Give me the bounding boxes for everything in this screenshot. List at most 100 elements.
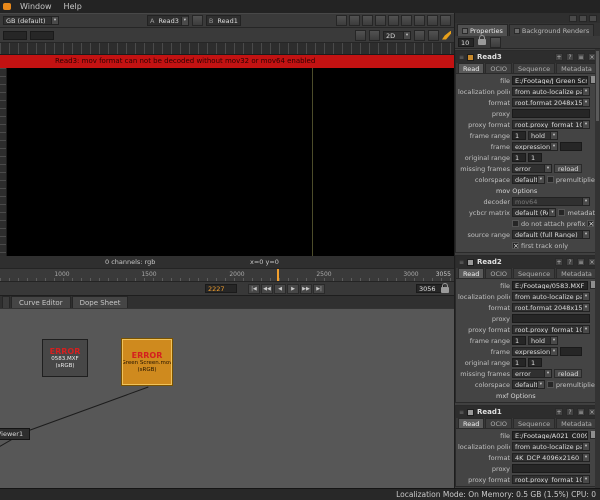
panel-menu-icon[interactable]: ≡ bbox=[577, 408, 585, 416]
panel-tab-metadata[interactable]: Metadata bbox=[556, 268, 597, 278]
scrollbar-thumb[interactable] bbox=[596, 51, 599, 121]
panel-titlebar[interactable]: ≡ Read2 +? ≡ × bbox=[456, 256, 599, 268]
range-lock-icon[interactable] bbox=[441, 283, 449, 293]
dropdown[interactable]: from auto-localize path▾ bbox=[512, 87, 590, 96]
transport-button-4[interactable]: ▶▶ bbox=[300, 284, 312, 294]
node-color-swatch[interactable] bbox=[467, 53, 475, 61]
dropdown[interactable]: default (full Range) ▾ bbox=[512, 230, 590, 239]
text-input[interactable]: 1 bbox=[512, 153, 526, 162]
dropdown[interactable]: from auto-localize path▾ bbox=[512, 292, 590, 301]
panel-tab-ocio[interactable]: OCIO bbox=[485, 268, 513, 278]
checkbox[interactable]: × bbox=[587, 220, 595, 228]
dropdown[interactable]: root.proxy_format 1024x778▾ bbox=[512, 475, 590, 484]
gamma-icon[interactable] bbox=[401, 15, 412, 26]
fullscreen-icon[interactable] bbox=[440, 15, 451, 26]
dropdown[interactable]: expression ▾ bbox=[512, 347, 558, 356]
checkbox[interactable]: × bbox=[512, 242, 519, 250]
panel-menu-icon[interactable]: ≡ bbox=[577, 258, 585, 266]
reload-button[interactable]: reload bbox=[554, 369, 583, 378]
dropdown[interactable]: hold ▾ bbox=[528, 336, 558, 345]
center-node-icon[interactable]: + bbox=[555, 408, 563, 416]
help-icon[interactable]: ? bbox=[566, 258, 574, 266]
transport-button-3[interactable]: ▶ bbox=[287, 284, 299, 294]
wipe-icon[interactable] bbox=[191, 15, 203, 26]
dropdown[interactable]: error ▾ bbox=[512, 369, 552, 378]
checkbox[interactable] bbox=[546, 176, 554, 183]
help-icon[interactable]: ? bbox=[566, 53, 574, 61]
checkbox[interactable] bbox=[512, 220, 519, 227]
panel-tab-ocio[interactable]: OCIO bbox=[485, 418, 513, 428]
text-input[interactable] bbox=[560, 142, 582, 151]
dropdown[interactable]: root.format 2048x1556▾ bbox=[512, 303, 590, 312]
pane-split-icon[interactable] bbox=[579, 14, 587, 22]
view-mode-dropdown[interactable]: 2D ▾ bbox=[383, 30, 411, 40]
help-icon[interactable]: ? bbox=[566, 408, 574, 416]
dropdown[interactable]: hold ▾ bbox=[528, 131, 558, 140]
pane-tab-nub[interactable] bbox=[2, 296, 10, 308]
panel-tab-read[interactable]: Read bbox=[458, 63, 485, 73]
panel-titlebar[interactable]: ≡ Read1 +? ≡ × bbox=[456, 406, 599, 418]
panel-tab-sequence[interactable]: Sequence bbox=[513, 418, 556, 428]
tab-dope-sheet[interactable]: Dope Sheet bbox=[71, 296, 129, 308]
center-node-icon[interactable]: + bbox=[555, 258, 563, 266]
dropdown[interactable]: default (Rec 709)▾ bbox=[512, 208, 557, 217]
text-input[interactable]: 1 bbox=[512, 336, 526, 345]
dropdown[interactable]: root.format 2048x1556▾ bbox=[512, 98, 590, 107]
panel-tab-metadata[interactable]: Metadata bbox=[556, 418, 597, 428]
dropdown[interactable]: default (sRGB)▾ bbox=[512, 175, 545, 184]
node-read2-0583[interactable]: ERROR 0583.MXF (sRGB) bbox=[42, 339, 88, 377]
transport-button-5[interactable]: ▶| bbox=[313, 284, 325, 294]
buffer-b-dropdown[interactable]: B Read1 bbox=[205, 15, 241, 26]
eyedropper-icon[interactable] bbox=[369, 29, 380, 41]
panel-tab-metadata[interactable]: Metadata bbox=[556, 63, 597, 73]
mask-overlay-icon[interactable] bbox=[414, 29, 425, 41]
refresh-icon[interactable] bbox=[375, 15, 386, 26]
pane-close-icon[interactable] bbox=[589, 14, 597, 22]
text-input[interactable]: E:/Footage/J Green Screen.mov bbox=[512, 76, 588, 85]
frame-range-input[interactable]: 3056 bbox=[416, 284, 444, 293]
text-input[interactable] bbox=[512, 109, 590, 118]
roi-icon[interactable] bbox=[336, 15, 347, 26]
tab-background-renders[interactable]: Background Renders bbox=[508, 24, 595, 36]
dropdown[interactable]: 4K_DCP 4096x2160 ▾ bbox=[512, 453, 590, 462]
menu-help[interactable]: Help bbox=[64, 2, 82, 11]
pane-content-icon[interactable] bbox=[569, 14, 577, 22]
node-read3-green-screen[interactable]: ERROR Green Screen.mov (sRGB) bbox=[122, 339, 172, 385]
panel-tab-sequence[interactable]: Sequence bbox=[513, 63, 556, 73]
text-input[interactable]: E:/Footage/0583.MXF bbox=[512, 281, 588, 290]
dropdown[interactable]: default (sRGB)▾ bbox=[512, 380, 545, 389]
viewer-canvas[interactable] bbox=[0, 68, 454, 256]
center-node-icon[interactable]: + bbox=[555, 53, 563, 61]
node-graph-canvas[interactable]: ERROR 0583.MXF (sRGB) ERROR Green Screen… bbox=[0, 308, 454, 488]
gain-icon[interactable] bbox=[414, 15, 425, 26]
panel-menu-icon[interactable]: ≡ bbox=[577, 53, 585, 61]
pause-icon[interactable] bbox=[362, 15, 373, 26]
panel-titlebar[interactable]: ≡ Read3 +? ≡ × bbox=[456, 51, 599, 63]
text-input[interactable]: 1 bbox=[512, 131, 526, 140]
clear-panels-icon[interactable] bbox=[490, 36, 501, 48]
transport-button-2[interactable]: ◀ bbox=[274, 284, 286, 294]
transport-button-0[interactable]: |◀ bbox=[248, 284, 260, 294]
timeline-ruler[interactable]: 3055 1000 1500 2000 2500 3000 bbox=[0, 268, 454, 281]
text-input[interactable]: 1 bbox=[512, 358, 526, 367]
text-input[interactable] bbox=[512, 464, 590, 473]
checkbox[interactable] bbox=[558, 209, 566, 216]
zoom-lock-icon[interactable] bbox=[388, 15, 399, 26]
node-color-swatch[interactable] bbox=[467, 408, 475, 416]
properties-scrollbar[interactable] bbox=[595, 49, 600, 488]
dropdown[interactable]: root.proxy_format 1024x778▾ bbox=[512, 325, 590, 334]
lock-panels-icon[interactable] bbox=[478, 35, 486, 45]
dropdown[interactable]: mov64 ▾ bbox=[512, 197, 590, 206]
panel-tab-read[interactable]: Read bbox=[458, 418, 485, 428]
buffer-a-dropdown[interactable]: A Read3 ▾ bbox=[147, 15, 189, 26]
tab-curve-editor[interactable]: Curve Editor bbox=[11, 296, 71, 308]
annotation-pencil-icon[interactable] bbox=[442, 30, 451, 40]
color-sample-icon[interactable] bbox=[355, 29, 366, 41]
node-viewer1[interactable]: Viewer1 bbox=[0, 428, 30, 440]
text-input[interactable] bbox=[512, 314, 590, 323]
viewer-x-field[interactable] bbox=[3, 30, 27, 40]
channels-dropdown[interactable]: GB (default) ▾ bbox=[3, 16, 59, 25]
menu-window[interactable]: Window bbox=[20, 2, 52, 11]
checkbox[interactable] bbox=[546, 381, 554, 388]
dropdown[interactable]: root.proxy_format 1024x778▾ bbox=[512, 120, 590, 129]
